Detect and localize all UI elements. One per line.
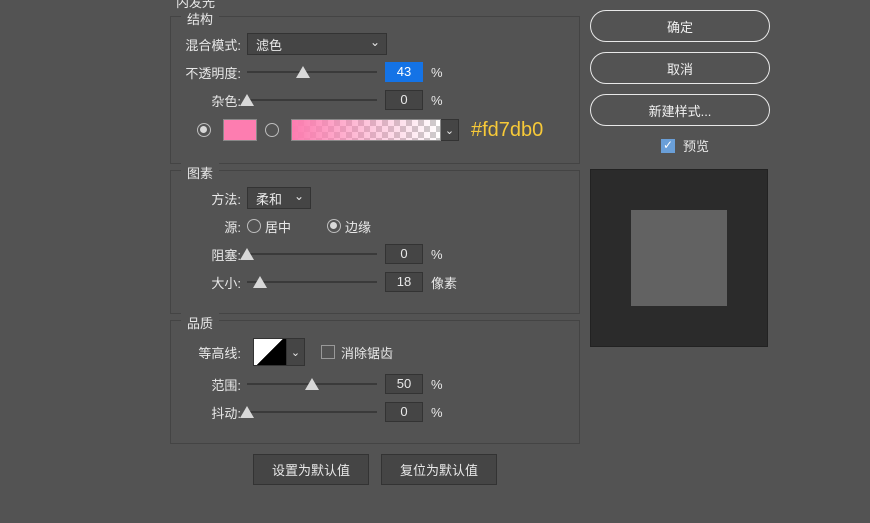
source-center-label: 居中 <box>265 217 291 236</box>
choke-label: 阻塞: <box>185 245 247 264</box>
antialias-label: 消除锯齿 <box>341 343 393 362</box>
opacity-label: 不透明度: <box>185 63 247 82</box>
new-style-button[interactable]: 新建样式... <box>590 94 770 126</box>
preview-thumbnail <box>590 169 768 347</box>
color-hex-label: #fd7db0 <box>471 119 543 142</box>
choke-input[interactable]: 0 <box>385 244 423 264</box>
method-label: 方法: <box>185 189 247 208</box>
noise-label: 杂色: <box>185 91 247 110</box>
blend-mode-value: 滤色 <box>256 35 282 54</box>
color-gradient-radio[interactable] <box>265 123 279 137</box>
ok-button[interactable]: 确定 <box>590 10 770 42</box>
range-input[interactable]: 50 <box>385 374 423 394</box>
reset-default-button[interactable]: 复位为默认值 <box>381 454 497 485</box>
size-label: 大小: <box>185 273 247 292</box>
gradient-picker[interactable] <box>291 119 441 141</box>
source-edge-radio[interactable] <box>327 219 341 233</box>
section-quality-title: 品质 <box>181 313 219 332</box>
jitter-slider[interactable] <box>247 402 377 422</box>
contour-dropdown[interactable]: ⌄ <box>287 338 305 366</box>
section-structure-title: 结构 <box>181 9 219 28</box>
size-slider[interactable] <box>247 272 377 292</box>
range-label: 范围: <box>185 375 247 394</box>
preview-inner <box>631 210 727 306</box>
blend-mode-label: 混合模式: <box>185 35 247 54</box>
source-center-radio[interactable] <box>247 219 261 233</box>
jitter-label: 抖动: <box>185 403 247 422</box>
noise-slider[interactable] <box>247 90 377 110</box>
choke-unit: % <box>431 247 443 262</box>
opacity-input[interactable]: 43 <box>385 62 423 82</box>
section-elements-title: 图素 <box>181 163 219 182</box>
noise-unit: % <box>431 93 443 108</box>
range-slider[interactable] <box>247 374 377 394</box>
jitter-input[interactable]: 0 <box>385 402 423 422</box>
opacity-slider[interactable] <box>247 62 377 82</box>
preview-label: 预览 <box>683 136 709 155</box>
source-edge-label: 边缘 <box>345 217 371 236</box>
preview-checkbox[interactable] <box>661 139 675 153</box>
contour-label: 等高线: <box>185 343 247 362</box>
antialias-checkbox[interactable] <box>321 345 335 359</box>
section-quality: 品质 等高线: ⌄ 消除锯齿 范围: 50 % 抖动: 0 % <box>170 320 580 444</box>
method-value: 柔和 <box>256 189 282 208</box>
color-swatch[interactable] <box>223 119 257 141</box>
color-solid-radio[interactable] <box>197 123 211 137</box>
method-select[interactable]: 柔和 <box>247 187 311 209</box>
gradient-dropdown[interactable]: ⌄ <box>441 119 459 141</box>
choke-slider[interactable] <box>247 244 377 264</box>
opacity-unit: % <box>431 65 443 80</box>
section-structure: 结构 混合模式: 滤色 不透明度: 43 % 杂色: 0 % <box>170 16 580 164</box>
cancel-button[interactable]: 取消 <box>590 52 770 84</box>
size-unit: 像素 <box>431 273 457 292</box>
source-label: 源: <box>185 217 247 236</box>
contour-picker[interactable] <box>253 338 287 366</box>
range-unit: % <box>431 377 443 392</box>
size-input[interactable]: 18 <box>385 272 423 292</box>
noise-input[interactable]: 0 <box>385 90 423 110</box>
jitter-unit: % <box>431 405 443 420</box>
set-default-button[interactable]: 设置为默认值 <box>253 454 369 485</box>
blend-mode-select[interactable]: 滤色 <box>247 33 387 55</box>
section-elements: 图素 方法: 柔和 源: 居中 边缘 阻塞: 0 % 大小: <box>170 170 580 314</box>
